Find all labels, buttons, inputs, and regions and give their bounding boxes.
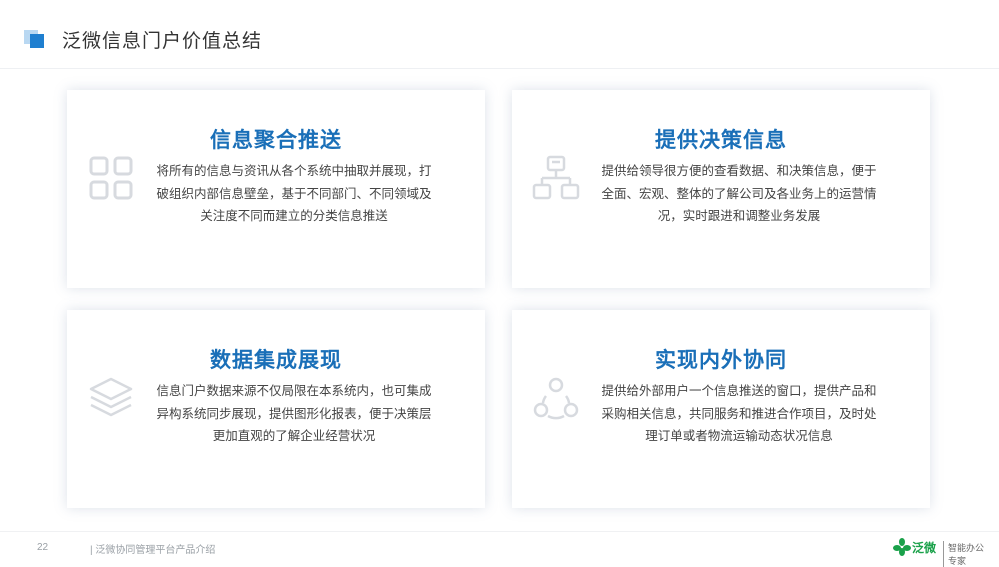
page-title: 泛微信息门户价值总结: [62, 31, 263, 52]
footer-caption: | 泛微协同管理平台产品介绍: [90, 545, 216, 556]
card-description: 提供给领导很方便的查看数据、和决策信息，便于 全面、宏观、整体的了解公司及各业务…: [601, 164, 877, 223]
org-chart-icon: [532, 154, 580, 202]
grid-icon: [87, 154, 135, 202]
card-title: 信息聚合推送: [210, 129, 342, 152]
card-description: 提供给外部用户一个信息推送的窗口，提供产品和 采购相关信息，共同服务和推进合作项…: [601, 384, 877, 443]
collaboration-icon: [532, 374, 580, 422]
footer-divider: [0, 531, 999, 532]
brand-leaf-icon: [893, 538, 911, 556]
card-data-integration: 数据集成展现 信息门户数据来源不仅局限在本系统内，也可集成 异构系统同步展现，提…: [67, 310, 485, 508]
card-description: 将所有的信息与资讯从各个系统中抽取并展现，打 破组织内部信息壁垒，基于不同部门、…: [156, 164, 432, 223]
brand-name: 泛微: [912, 541, 937, 555]
card-title: 实现内外协同: [655, 349, 787, 372]
title-logo-icon: [24, 30, 46, 48]
brand-logo: 泛微 智能办公专家: [893, 536, 989, 567]
card-title: 提供决策信息: [655, 129, 787, 152]
brand-slogan: 智能办公专家: [943, 541, 989, 567]
page-number: 22: [37, 542, 49, 553]
layers-icon: [87, 374, 135, 422]
card-decision-info: 提供决策信息 提供给领导很方便的查看数据、和决策信息，便于 全面、宏观、整体的了…: [512, 90, 930, 288]
card-description: 信息门户数据来源不仅局限在本系统内，也可集成 异构系统同步展现，提供图形化报表，…: [156, 384, 432, 443]
header-bar: 泛微信息门户价值总结: [0, 0, 999, 69]
card-title: 数据集成展现: [210, 349, 342, 372]
card-info-aggregation: 信息聚合推送 将所有的信息与资讯从各个系统中抽取并展现，打 破组织内部信息壁垒，…: [67, 90, 485, 288]
card-collaboration: 实现内外协同 提供给外部用户一个信息推送的窗口，提供产品和 采购相关信息，共同服…: [512, 310, 930, 508]
